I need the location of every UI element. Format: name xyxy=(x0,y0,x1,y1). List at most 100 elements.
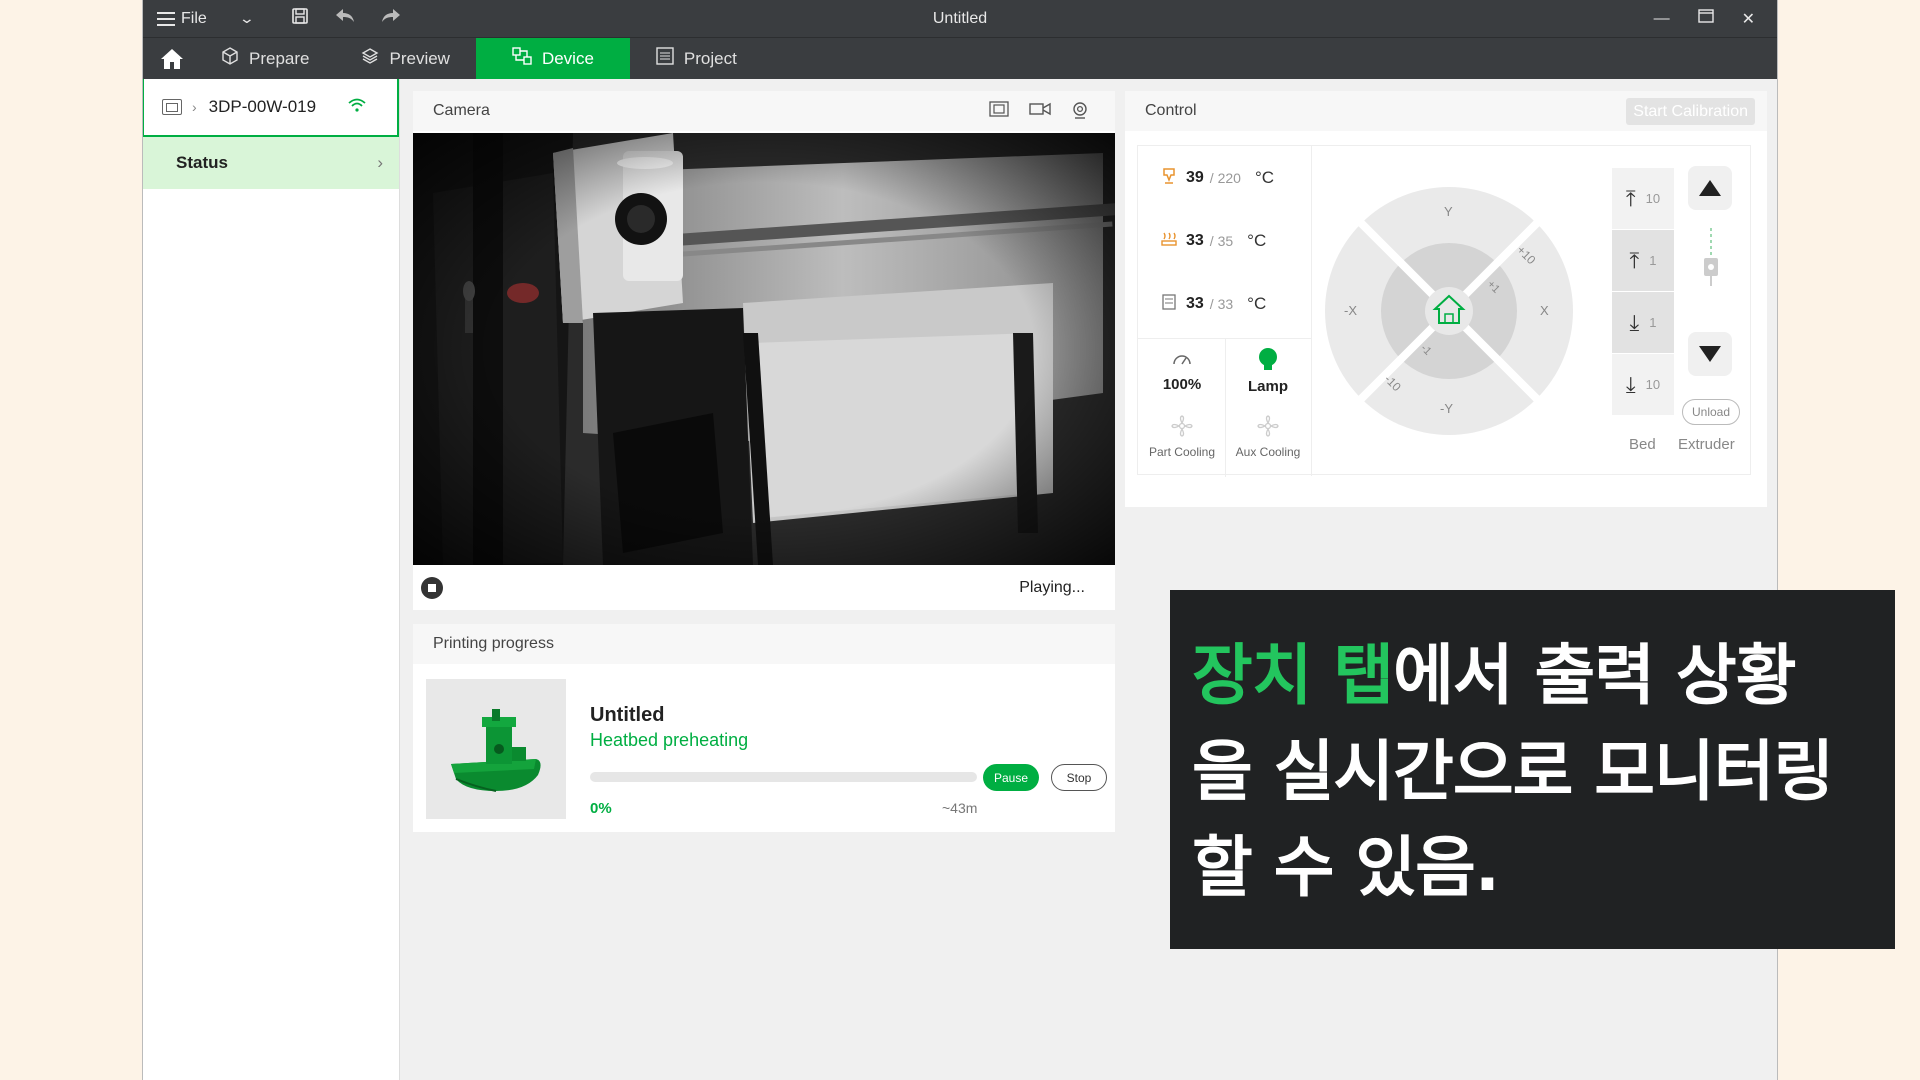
device-icon xyxy=(512,47,532,70)
part-cooling-fan[interactable]: Part Cooling xyxy=(1142,415,1222,459)
save-icon[interactable] xyxy=(291,7,309,31)
undo-icon[interactable] xyxy=(335,8,355,30)
unload-button[interactable]: Unload xyxy=(1682,399,1740,425)
model-thumbnail xyxy=(426,679,566,819)
layers-icon xyxy=(361,47,379,70)
job-stage: Heatbed preheating xyxy=(590,730,749,750)
bed-z-controls: ⤒ 10 ⤒ 1 ⤓ 1 ⤓ 10 xyxy=(1612,168,1674,420)
record-video-icon[interactable] xyxy=(1029,101,1051,124)
pause-button[interactable]: Pause xyxy=(983,764,1039,791)
stop-icon xyxy=(428,583,436,592)
device-selector[interactable]: › 3DP-00W-019 xyxy=(143,79,399,137)
start-calibration-button[interactable]: Start Calibration xyxy=(1626,98,1755,125)
tab-device[interactable]: Device xyxy=(475,38,630,79)
chevron-down-icon[interactable]: ⌄ xyxy=(238,10,254,27)
extruder-label: Extruder xyxy=(1678,436,1735,453)
caption-line-2: 을 실시간으로 모니터링 xyxy=(1192,733,1834,810)
bed-temp-row[interactable]: 33 / 35 °C xyxy=(1138,209,1311,272)
part-cooling-label: Part Cooling xyxy=(1148,445,1216,459)
chamber-temp-current: 33 xyxy=(1186,294,1204,312)
speed-control[interactable]: 100% xyxy=(1142,351,1222,393)
tab-preview[interactable]: Preview xyxy=(335,38,475,79)
arrow-down-icon: ⤓ xyxy=(1629,309,1640,335)
fan-icon xyxy=(1142,415,1222,442)
nozzle-temp-row[interactable]: 39 / 220 °C xyxy=(1138,146,1311,209)
maximize-icon[interactable] xyxy=(1697,9,1714,28)
bed-temp-target: / 35 xyxy=(1209,232,1234,249)
quick-controls: 100% Lamp Part Cooling Aux Cooling xyxy=(1138,338,1312,477)
bed-up-1-button[interactable]: ⤒ 1 xyxy=(1612,230,1674,292)
bed-up-10-label: 10 xyxy=(1645,191,1661,206)
control-header: Control Start Calibration xyxy=(1125,91,1767,131)
aux-cooling-fan[interactable]: Aux Cooling xyxy=(1228,415,1308,459)
job-name: Untitled xyxy=(590,704,665,726)
progress-body: Untitled Heatbed preheating 0% ~43m Paus… xyxy=(413,666,1115,832)
nozzle-temp-current: 39 xyxy=(1186,168,1204,186)
camera-panel: Camera Playing... xyxy=(413,91,1115,610)
tab-project-label: Project xyxy=(683,48,737,68)
axis-neg-y-label[interactable]: -Y xyxy=(1440,401,1453,416)
axis-neg-x-label[interactable]: -X xyxy=(1344,303,1357,318)
tab-prepare-label: Prepare xyxy=(249,48,310,68)
chamber-temp-unit: °C xyxy=(1247,293,1267,313)
device-name: 3DP-00W-019 xyxy=(208,97,317,116)
stream-status: Playing... xyxy=(1019,578,1085,596)
webcam-icon[interactable] xyxy=(1071,101,1089,124)
extrude-button[interactable] xyxy=(1688,166,1732,210)
chamber-temp-target: / 33 xyxy=(1209,295,1234,312)
sd-card-icon[interactable] xyxy=(989,101,1009,124)
caption-line-3: 할 수 있음. xyxy=(1192,829,1500,906)
axis-y-label[interactable]: Y xyxy=(1444,204,1453,219)
xy-jog-control[interactable]: Y -Y X -X +10 +1 -1 -10 xyxy=(1324,186,1574,436)
lamp-label: Lamp xyxy=(1247,378,1288,395)
file-menu-label: File xyxy=(181,9,207,27)
arrow-up-icon: ⤒ xyxy=(1625,185,1636,211)
retract-button[interactable] xyxy=(1688,332,1732,376)
wifi-icon xyxy=(348,98,366,117)
control-panel: Control Start Calibration 39 / 220 °C 33 xyxy=(1125,91,1767,507)
camera-feed-image xyxy=(413,133,1115,565)
minimize-icon[interactable]: — xyxy=(1654,10,1670,28)
stop-button[interactable]: Stop xyxy=(1051,764,1107,791)
caption-line-1: 장치 탭에서 출력 상황 xyxy=(1192,628,1873,724)
arrow-up-icon: ⤒ xyxy=(1629,247,1640,273)
caption-overlay: 장치 탭에서 출력 상황 을 실시간으로 모니터링 할 수 있음. xyxy=(1170,590,1895,949)
bed-down-1-label: 1 xyxy=(1649,315,1657,330)
device-sidebar: › 3DP-00W-019 Status › xyxy=(143,79,400,1080)
temperature-column: 39 / 220 °C 33 / 35 °C 33 / 33 °C 100% L… xyxy=(1138,146,1312,477)
progress-eta: ~43m xyxy=(942,800,978,816)
aux-cooling-label: Aux Cooling xyxy=(1235,445,1301,459)
printer-icon xyxy=(162,99,182,115)
axis-x-label[interactable]: X xyxy=(1540,303,1549,318)
caption-line-1-rest: 에서 출력 상황 xyxy=(1393,637,1796,714)
camera-feed[interactable] xyxy=(413,133,1115,565)
fan-icon xyxy=(1228,415,1308,442)
nozzle-icon xyxy=(1160,167,1178,189)
caption-highlight: 장치 탭 xyxy=(1192,637,1394,714)
home-button[interactable] xyxy=(149,38,195,79)
control-title: Control xyxy=(1145,102,1197,119)
title-bar: File ⌄ Untitled — ✕ xyxy=(143,0,1777,37)
stop-stream-button[interactable] xyxy=(421,576,443,599)
sidebar-item-status[interactable]: Status › xyxy=(143,137,399,189)
close-icon[interactable]: ✕ xyxy=(1742,9,1755,29)
nozzle-temp-target: / 220 xyxy=(1209,169,1241,186)
tab-project[interactable]: Project xyxy=(630,38,763,79)
window-controls: — ✕ xyxy=(1654,0,1755,37)
bed-up-10-button[interactable]: ⤒ 10 xyxy=(1612,168,1674,230)
home-icon xyxy=(161,48,183,69)
tab-prepare[interactable]: Prepare xyxy=(195,38,335,79)
lamp-toggle[interactable]: Lamp xyxy=(1228,347,1308,395)
file-menu-button[interactable]: File xyxy=(157,10,207,28)
speed-value: 100% xyxy=(1162,376,1202,393)
printing-progress-panel: Printing progress Untitled Heatbed prehe… xyxy=(413,624,1115,832)
camera-header: Camera xyxy=(413,91,1115,131)
bed-temp-current: 33 xyxy=(1186,231,1204,249)
progress-title: Printing progress xyxy=(433,635,554,652)
bed-down-1-button[interactable]: ⤓ 1 xyxy=(1612,292,1674,354)
progress-bar xyxy=(590,772,977,782)
redo-icon[interactable] xyxy=(381,8,401,30)
cube-icon xyxy=(221,47,239,70)
bed-down-10-button[interactable]: ⤓ 10 xyxy=(1612,354,1674,416)
main-tab-bar: Prepare Preview Device Project xyxy=(143,37,1777,79)
